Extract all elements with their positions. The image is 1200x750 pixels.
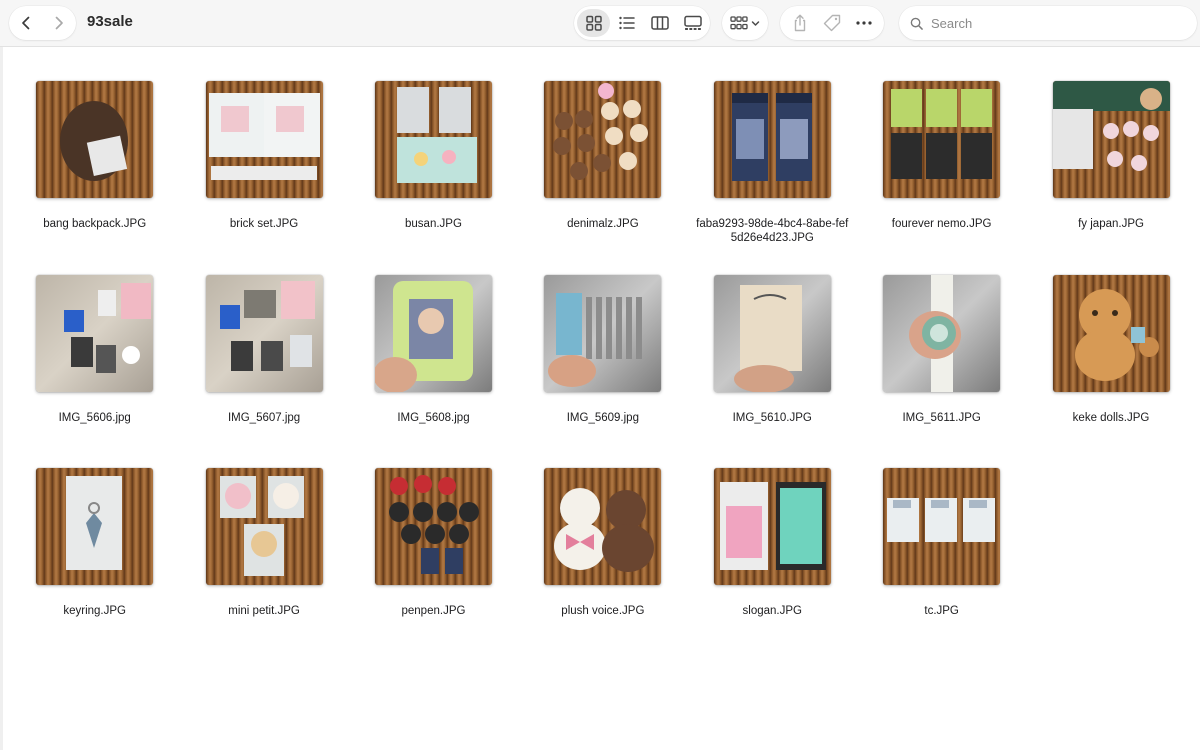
file-item[interactable]: IMG_5610.JPG: [688, 266, 857, 460]
file-name: IMG_5609.jpg: [566, 411, 639, 424]
file-item[interactable]: mini petit.JPG: [179, 459, 348, 653]
search-icon: [910, 17, 923, 30]
file-item[interactable]: IMG_5608.jpg: [349, 266, 518, 460]
file-thumbnail: [544, 468, 662, 585]
file-name: brick set.JPG: [229, 218, 299, 230]
file-name: IMG_5608.jpg: [397, 411, 470, 424]
file-item[interactable]: fourever nemo.JPG: [857, 72, 1026, 266]
window-title: 93sale: [87, 13, 133, 30]
file-name: fy japan.JPG: [1078, 218, 1144, 230]
file-item[interactable]: brick set.JPG: [179, 72, 348, 266]
file-thumbnail: [1052, 81, 1170, 198]
forward-button[interactable]: [42, 6, 75, 40]
file-item[interactable]: busan.JPG: [349, 72, 518, 266]
file-item[interactable]: IMG_5609.jpg: [518, 266, 687, 460]
file-name: IMG_5611.JPG: [902, 411, 981, 424]
list-view-button[interactable]: [610, 9, 643, 37]
file-name: keyring.JPG: [63, 605, 126, 617]
file-item[interactable]: keyring.JPG: [10, 459, 179, 653]
file-thumbnail: [374, 274, 492, 392]
file-name: keke dolls.JPG: [1072, 411, 1150, 424]
window-edge: [0, 47, 3, 750]
file-item[interactable]: faba9293-98de-4bc4-8abe-fef5d26e4d23.JPG: [688, 72, 857, 266]
toolbar: 93sale: [0, 0, 1200, 47]
file-name: denimalz.JPG: [567, 218, 639, 230]
file-thumbnail: [544, 274, 662, 392]
view-switcher: [574, 6, 710, 40]
file-item[interactable]: slogan.JPG: [688, 459, 857, 653]
file-name: slogan.JPG: [742, 605, 802, 617]
back-button[interactable]: [9, 6, 42, 40]
file-thumbnail: [883, 274, 1001, 392]
file-name: tc.JPG: [924, 605, 959, 617]
gallery-icon: [683, 15, 702, 30]
share-icon: [794, 14, 806, 32]
file-thumbnail: [374, 81, 492, 198]
file-thumbnail: [36, 274, 154, 392]
file-name: faba9293-98de-4bc4-8abe-fef5d26e4d23.JPG: [696, 218, 849, 244]
chevron-left-icon: [21, 16, 29, 30]
file-item[interactable]: penpen.JPG: [349, 459, 518, 653]
file-thumbnail: [205, 274, 323, 392]
file-item[interactable]: fy japan.JPG: [1026, 72, 1195, 266]
file-item[interactable]: keke dolls.JPG: [1026, 266, 1195, 460]
file-name: busan.JPG: [405, 218, 462, 230]
column-view-button[interactable]: [643, 9, 676, 37]
file-thumbnail: [713, 274, 831, 392]
file-thumbnail: [713, 468, 831, 585]
grid-icon: [585, 15, 602, 31]
file-name: plush voice.JPG: [561, 605, 645, 617]
file-thumbnail: [36, 468, 154, 585]
more-button[interactable]: [849, 8, 879, 38]
file-thumbnail: [36, 81, 154, 198]
file-item[interactable]: plush voice.JPG: [518, 459, 687, 653]
file-thumbnail: [883, 468, 1001, 585]
file-name: bang backpack.JPG: [43, 218, 147, 230]
file-name: IMG_5610.JPG: [732, 411, 812, 424]
icon-view-button[interactable]: [577, 9, 610, 37]
file-item[interactable]: IMG_5606.jpg: [10, 266, 179, 460]
chevron-right-icon: [55, 16, 63, 30]
file-name: IMG_5606.jpg: [58, 411, 131, 424]
search-input[interactable]: [929, 14, 1183, 32]
file-item[interactable]: IMG_5611.JPG: [857, 266, 1026, 460]
file-name: mini petit.JPG: [228, 605, 300, 617]
actions-toolbar: [780, 6, 884, 40]
file-thumbnail: [1052, 274, 1170, 392]
tag-icon: [823, 14, 841, 32]
share-button[interactable]: [785, 8, 815, 38]
file-name: penpen.JPG: [401, 605, 466, 617]
file-grid: bang backpack.JPG brick set.JPG busan.JP…: [10, 72, 1196, 653]
group-grid-icon: [730, 16, 748, 30]
file-item[interactable]: denimalz.JPG: [518, 72, 687, 266]
more-icon: [856, 21, 872, 25]
file-thumbnail: [544, 81, 662, 198]
file-thumbnail: [374, 468, 492, 585]
file-item[interactable]: IMG_5607.jpg: [179, 266, 348, 460]
gallery-view-button[interactable]: [676, 9, 709, 37]
search-field[interactable]: [899, 6, 1197, 40]
tag-button[interactable]: [817, 8, 847, 38]
file-thumbnail: [713, 81, 831, 198]
file-thumbnail: [205, 81, 323, 198]
columns-icon: [650, 16, 669, 30]
group-by-button[interactable]: [722, 6, 768, 40]
file-name: fourever nemo.JPG: [891, 218, 992, 230]
list-icon: [618, 16, 635, 30]
file-thumbnail: [883, 81, 1001, 198]
file-thumbnail: [205, 468, 323, 585]
file-item[interactable]: tc.JPG: [857, 459, 1026, 653]
navigation-buttons: [9, 6, 76, 40]
chevron-down-icon: [751, 20, 760, 26]
file-name: IMG_5607.jpg: [227, 411, 301, 424]
file-item[interactable]: bang backpack.JPG: [10, 72, 179, 266]
